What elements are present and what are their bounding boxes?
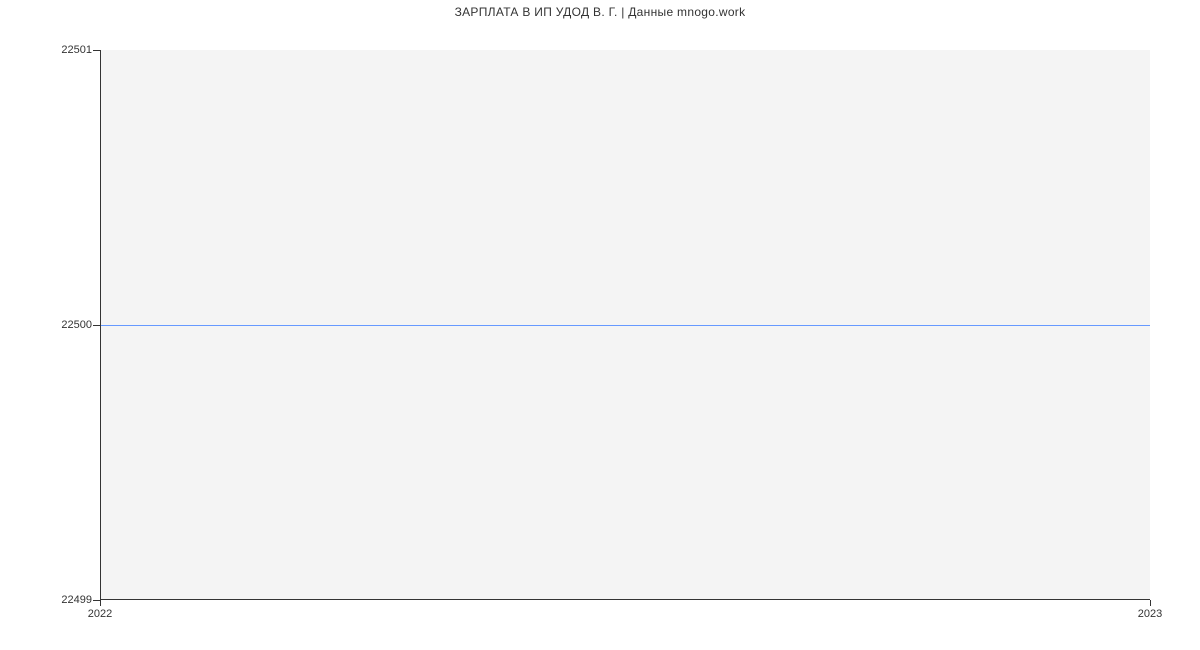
y-tick	[93, 325, 100, 326]
x-axis-tick-label: 2022	[88, 608, 112, 620]
y-tick	[93, 50, 100, 51]
y-axis-tick-label: 22501	[2, 44, 92, 56]
x-axis-tick-label: 2023	[1138, 608, 1162, 620]
y-tick	[93, 600, 100, 601]
data-line-series	[101, 325, 1150, 326]
x-tick	[1150, 600, 1151, 606]
plot-area	[100, 50, 1150, 600]
y-axis-tick-label: 22499	[2, 594, 92, 606]
chart-title: ЗАРПЛАТА В ИП УДОД В. Г. | Данные mnogo.…	[0, 5, 1200, 19]
chart-container: ЗАРПЛАТА В ИП УДОД В. Г. | Данные mnogo.…	[0, 0, 1200, 650]
y-axis-tick-label: 22500	[2, 319, 92, 331]
x-tick	[100, 600, 101, 606]
